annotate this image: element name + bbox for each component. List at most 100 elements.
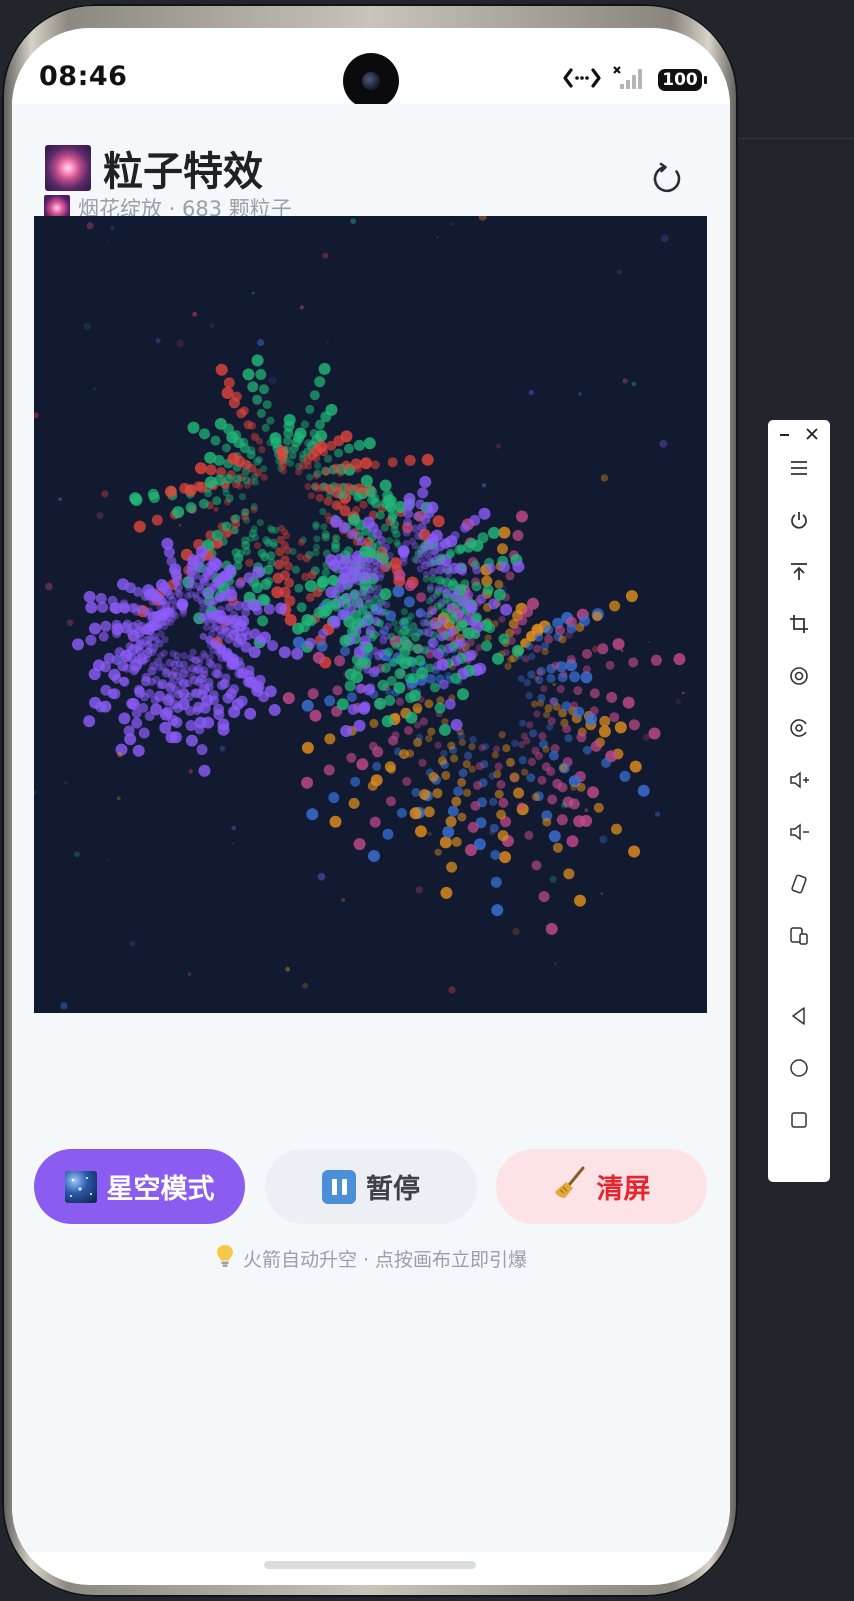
starry-mode-button[interactable]: 星空模式	[34, 1149, 245, 1224]
firework-particle	[188, 672, 196, 680]
stray-particle	[570, 784, 577, 791]
firework-particle	[512, 560, 525, 573]
firework-particle	[387, 457, 398, 468]
fireworks-canvas[interactable]	[34, 216, 707, 1013]
firework-particle	[301, 741, 314, 754]
screenshot-icon[interactable]	[783, 712, 815, 744]
fireworks-svg[interactable]	[34, 216, 707, 1013]
clear-screen-button[interactable]: 清屏	[496, 1149, 707, 1224]
stray-particle	[322, 252, 329, 259]
firework-particle	[526, 721, 534, 729]
firework-particle	[464, 590, 474, 600]
firework-particle	[271, 586, 284, 599]
firework-particle	[619, 770, 631, 782]
front-camera	[343, 53, 399, 109]
firework-particle	[332, 685, 343, 696]
firework-particle	[593, 802, 604, 813]
firework-particle	[496, 780, 506, 789]
volume-up-icon[interactable]	[783, 764, 815, 796]
reload-button[interactable]	[646, 158, 688, 200]
firework-particle	[233, 474, 242, 484]
firework-particle	[498, 615, 506, 623]
firework-particle	[353, 838, 366, 851]
status-icons: 100	[562, 65, 707, 95]
pin-top-icon[interactable]	[783, 556, 815, 588]
firework-particle	[224, 564, 237, 577]
firework-particle	[413, 737, 423, 747]
firework-particle	[582, 648, 592, 659]
firework-particle	[365, 486, 377, 498]
firework-particle	[118, 712, 131, 725]
firework-particle	[242, 368, 255, 381]
firework-particle	[326, 491, 334, 499]
firework-particle	[478, 507, 491, 520]
firework-particle	[304, 462, 313, 470]
stray-particle	[269, 376, 277, 385]
firework-particle	[330, 515, 342, 528]
stray-particle	[101, 490, 109, 498]
firework-particle	[305, 592, 315, 602]
firework-particle	[169, 650, 177, 658]
close-icon[interactable]	[803, 425, 821, 447]
firework-particle	[440, 585, 448, 593]
firework-particle	[582, 665, 592, 674]
rotate-device-icon[interactable]	[783, 868, 815, 900]
firework-particle	[136, 604, 146, 614]
home-indicator[interactable]	[264, 1561, 476, 1569]
firework-particle	[538, 891, 550, 903]
firework-particle	[339, 634, 352, 647]
pause-button[interactable]: 暂停	[265, 1149, 477, 1224]
power-icon[interactable]	[783, 504, 815, 536]
firework-particle	[187, 421, 200, 434]
firework-particle	[551, 661, 560, 670]
multi-device-icon[interactable]	[783, 920, 815, 952]
stray-particle	[489, 829, 496, 836]
firework-particle	[222, 443, 231, 453]
data-transfer-icon	[562, 65, 602, 95]
crop-icon[interactable]	[783, 608, 815, 640]
firework-particle	[242, 676, 254, 688]
firework-particle	[395, 697, 404, 706]
firework-particle	[590, 740, 602, 752]
firework-particle	[315, 493, 324, 502]
hint-row: 火箭自动升空 · 点按画布立即引爆	[12, 1243, 730, 1274]
firework-particle	[272, 572, 284, 584]
firework-particle	[477, 532, 489, 544]
firework-particle	[415, 499, 426, 510]
stray-particle	[114, 656, 122, 664]
firework-particle	[512, 530, 524, 541]
firework-particle	[441, 770, 451, 780]
rotate-icon[interactable]	[783, 660, 815, 692]
stray-particle	[285, 966, 291, 972]
firework-particle	[475, 762, 484, 771]
stray-particle	[66, 619, 74, 626]
recents-icon[interactable]	[783, 1104, 815, 1136]
firework-particle	[382, 828, 394, 840]
firework-particle	[388, 735, 399, 746]
firework-particle	[353, 439, 365, 451]
firework-particle	[525, 692, 533, 700]
firework-particle	[362, 516, 375, 529]
menu-icon[interactable]	[783, 452, 815, 484]
stray-particle	[631, 381, 637, 387]
stray-particle	[600, 474, 609, 482]
stray-particle	[106, 241, 109, 244]
firework-particle	[234, 668, 245, 679]
firework-particle	[98, 631, 109, 642]
stray-particle	[642, 733, 650, 741]
firework-particle	[369, 718, 379, 728]
firework-particle	[524, 830, 534, 840]
firework-particle	[161, 537, 174, 550]
firework-particle	[217, 654, 226, 663]
home-icon[interactable]	[783, 1052, 815, 1084]
firework-particle	[359, 635, 371, 647]
minimize-icon[interactable]	[777, 424, 793, 448]
firework-particle	[141, 672, 151, 682]
volume-down-icon[interactable]	[783, 816, 815, 848]
firework-particle	[496, 809, 507, 820]
firework-particle	[123, 725, 135, 737]
firework-particle	[545, 922, 558, 935]
firework-particle	[292, 622, 305, 635]
back-icon[interactable]	[783, 1000, 815, 1032]
firework-particle	[323, 483, 332, 493]
